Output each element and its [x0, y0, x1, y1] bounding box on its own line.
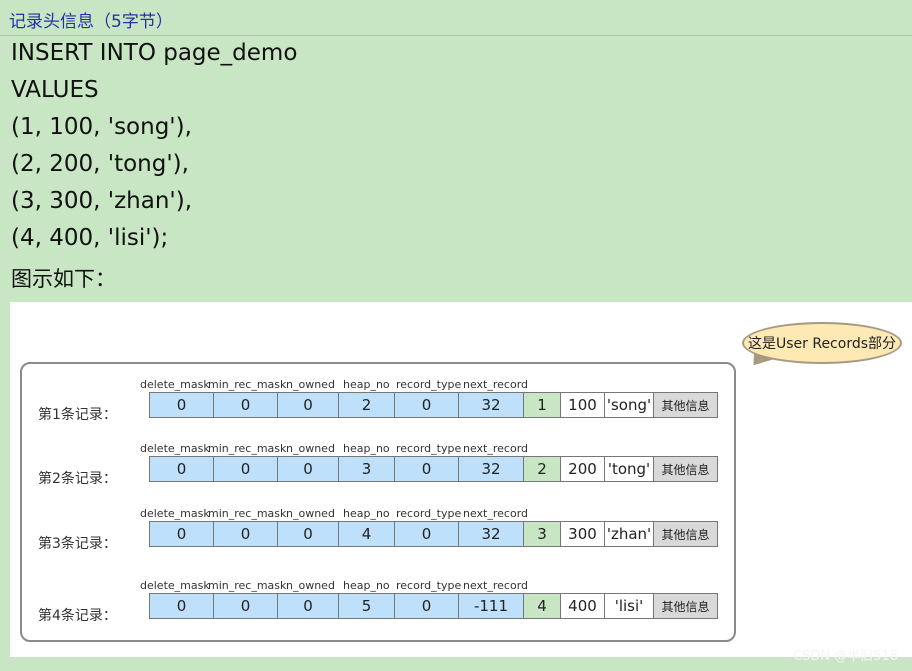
header-cell: 0: [277, 456, 339, 482]
record-cells: 0 0 0 3 0 32 2 200'tong' 其他信息: [149, 456, 718, 482]
watermark: CSDN @半旧518: [792, 649, 898, 664]
id-cell: 3: [523, 521, 561, 547]
record-row: 第2条记录： delete_mask min_rec_mask n_owned heap…: [10, 442, 750, 502]
id-cell: 4: [523, 593, 561, 619]
num-cell: 100: [560, 392, 605, 418]
header-cell: 0: [149, 521, 214, 547]
other-cell: 其他信息: [653, 392, 718, 418]
field-name-record-type: record_type: [396, 442, 462, 455]
field-name-heap-no: heap_no: [343, 442, 390, 455]
num-cell: 400: [560, 593, 605, 619]
record-cells: 0 0 0 4 0 32 3 300'zhan' 其他信息: [149, 521, 718, 547]
field-name-delete-mask: delete_mask: [140, 579, 210, 592]
header-cell: 0: [394, 392, 459, 418]
sql-line: VALUES: [11, 77, 99, 103]
field-name-heap-no: heap_no: [343, 579, 390, 592]
num-cell: 200: [560, 456, 605, 482]
field-name-min-rec-mask: min_rec_mask: [208, 507, 287, 520]
header-cell: 0: [213, 593, 278, 619]
header-cell: 0: [213, 456, 278, 482]
header-cell: 0: [213, 521, 278, 547]
sql-line: (1, 100, 'song'),: [11, 114, 192, 140]
field-name-n-owned: n_owned: [286, 442, 335, 455]
header-cell: 4: [338, 521, 395, 547]
field-name-delete-mask: delete_mask: [140, 378, 210, 391]
header-cell: 32: [458, 456, 524, 482]
header-cell: 0: [149, 456, 214, 482]
field-name-delete-mask: delete_mask: [140, 442, 210, 455]
header-cell: 0: [149, 392, 214, 418]
figure-caption: 图示如下：: [11, 267, 116, 291]
field-name-heap-no: heap_no: [343, 378, 390, 391]
header-cell: 32: [458, 392, 524, 418]
header-cell: 0: [149, 593, 214, 619]
other-cell: 其他信息: [653, 521, 718, 547]
record-label: 第1条记录：: [38, 407, 117, 423]
str-cell: 'zhan': [604, 521, 654, 547]
record-label: 第2条记录：: [38, 471, 117, 487]
header-cell: 0: [277, 392, 339, 418]
str-cell: 'lisi': [604, 593, 654, 619]
field-name-min-rec-mask: min_rec_mask: [208, 579, 287, 592]
sql-line: (2, 200, 'tong'),: [11, 151, 189, 177]
field-name-n-owned: n_owned: [286, 378, 335, 391]
record-row: 第1条记录： delete_mask min_rec_mask n_owned heap…: [10, 378, 750, 438]
field-name-next-record: next_record: [463, 378, 529, 391]
header-cell: -111: [458, 593, 524, 619]
field-name-n-owned: n_owned: [286, 579, 335, 592]
header-cell: 0: [213, 392, 278, 418]
header-cell: 0: [394, 593, 459, 619]
field-name-record-type: record_type: [396, 579, 462, 592]
field-name-min-rec-mask: min_rec_mask: [208, 442, 287, 455]
record-cells: 0 0 0 2 0 32 1 100'song' 其他信息: [149, 392, 718, 418]
callout-bubble: 这是User Records部分: [742, 322, 902, 364]
other-cell: 其他信息: [653, 593, 718, 619]
sql-line: INSERT INTO page_demo: [11, 40, 298, 66]
field-name-heap-no: heap_no: [343, 507, 390, 520]
field-name-next-record: next_record: [463, 507, 529, 520]
header-cell: 0: [277, 593, 339, 619]
field-name-delete-mask: delete_mask: [140, 507, 210, 520]
record-diagram: 这是User Records部分 第1条记录： delete_mask min_re…: [10, 302, 912, 657]
record-label: 第3条记录：: [38, 536, 117, 552]
field-name-record-type: record_type: [396, 378, 462, 391]
header-cell: 2: [338, 392, 395, 418]
other-cell: 其他信息: [653, 456, 718, 482]
sql-line: (3, 300, 'zhan'),: [11, 188, 193, 214]
record-row: 第3条记录： delete_mask min_rec_mask n_owned heap…: [10, 507, 750, 567]
record-cells: 0 0 0 5 0 -111 4 400'lisi' 其他信息: [149, 593, 718, 619]
field-name-min-rec-mask: min_rec_mask: [208, 378, 287, 391]
num-cell: 300: [560, 521, 605, 547]
callout-text: 这是User Records部分: [747, 336, 897, 352]
field-name-n-owned: n_owned: [286, 507, 335, 520]
field-name-record-type: record_type: [396, 507, 462, 520]
header-cell: 5: [338, 593, 395, 619]
str-cell: 'tong': [604, 456, 654, 482]
id-cell: 1: [523, 392, 561, 418]
field-name-next-record: next_record: [463, 579, 529, 592]
header-cell: 0: [277, 521, 339, 547]
header-cell: 0: [394, 521, 459, 547]
field-name-next-record: next_record: [463, 442, 529, 455]
record-label: 第4条记录：: [38, 608, 117, 624]
header-cell: 32: [458, 521, 524, 547]
sql-line: (4, 400, 'lisi');: [11, 225, 169, 251]
section-heading: 记录头信息（5字节）: [0, 0, 912, 36]
id-cell: 2: [523, 456, 561, 482]
record-row: 第4条记录： delete_mask min_rec_mask n_owned heap…: [10, 579, 750, 639]
section-heading-text: 记录头信息（5字节）: [9, 12, 173, 32]
header-cell: 0: [394, 456, 459, 482]
header-cell: 3: [338, 456, 395, 482]
str-cell: 'song': [604, 392, 654, 418]
